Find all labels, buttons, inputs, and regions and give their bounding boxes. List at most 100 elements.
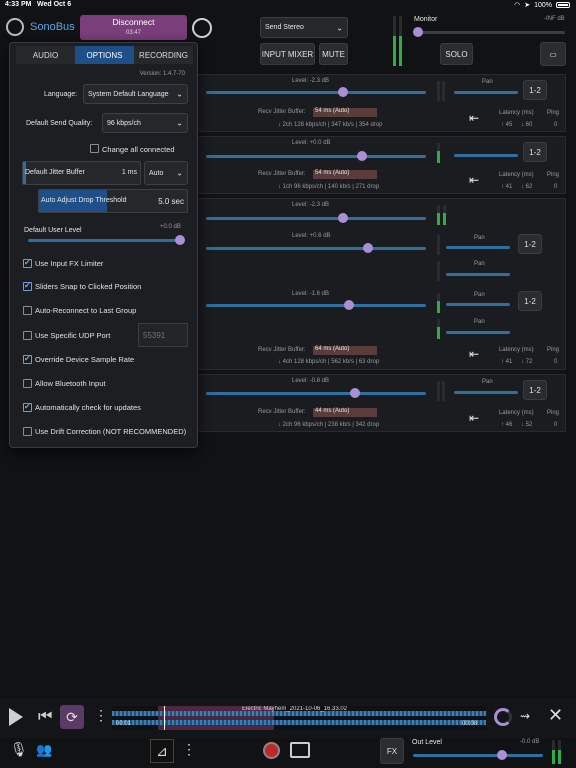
peer-level-thumb[interactable] <box>338 213 348 223</box>
reset-jitter-icon[interactable]: ⇤ <box>469 111 479 125</box>
chat-button[interactable]: ▭ <box>540 42 566 66</box>
jitter-value[interactable]: 44 ms (Auto) <box>313 408 377 417</box>
checkbox-drift-correction[interactable] <box>23 427 32 436</box>
play-icon[interactable] <box>9 708 23 726</box>
peer-level-slider[interactable] <box>206 392 426 395</box>
jitter-buffer-value: 1 ms <box>121 169 137 176</box>
peer-level-thumb[interactable] <box>357 151 367 161</box>
peer-level-thumb[interactable] <box>363 243 373 253</box>
jitter-value[interactable]: 54 ms (Auto) <box>313 170 377 179</box>
peer-level-slider[interactable] <box>206 91 426 94</box>
route-button[interactable]: 1-2 <box>523 380 547 400</box>
ping-label: Ping <box>547 347 560 353</box>
settings-gear-icon[interactable] <box>6 18 24 36</box>
monitor-slider[interactable] <box>415 31 565 34</box>
pan-slider[interactable] <box>454 391 518 394</box>
metronome-button[interactable]: ⊿ <box>150 739 174 763</box>
peer-level-slider[interactable] <box>206 304 426 307</box>
time-end: 00:08 <box>462 721 478 727</box>
language-dropdown[interactable]: System Default Language ⌄ <box>83 84 188 104</box>
peer-stats: ↓ 2ch 96 kbps/ch | 238 kb/s | 342 drop <box>278 422 380 428</box>
route-button[interactable]: 1-2 <box>518 234 542 254</box>
udp-port-input[interactable] <box>138 323 188 347</box>
tab-recording[interactable]: RECORDING <box>134 46 193 64</box>
connections-icon[interactable] <box>192 18 212 38</box>
folder-icon[interactable] <box>290 742 310 758</box>
pan-slider[interactable] <box>454 91 518 94</box>
jitter-mode-dropdown[interactable]: Auto ⌄ <box>144 161 188 185</box>
microphone-icon[interactable]: 🎙 <box>10 741 28 758</box>
reset-jitter-icon[interactable]: ⇤ <box>469 347 479 361</box>
jitter-value[interactable]: 64 ms (Auto) <box>313 346 377 355</box>
checkbox-udp-port[interactable] <box>23 331 32 340</box>
peer-level-slider[interactable] <box>206 217 426 220</box>
send-mode-dropdown[interactable]: Send Stereo ⌄ <box>260 17 348 38</box>
fx-button[interactable]: FX <box>380 738 404 764</box>
reset-jitter-icon[interactable]: ⇤ <box>469 411 479 425</box>
pan-label: Pan <box>474 261 485 267</box>
user-level-label: Default User Level <box>24 227 82 234</box>
checkbox-check-updates[interactable] <box>23 402 32 412</box>
checkbox-override-sample-rate[interactable] <box>23 354 32 364</box>
pan-label: Pan <box>474 292 485 298</box>
loop-icon[interactable]: ⟳ <box>60 705 84 729</box>
jitter-label: Recv Jitter Buffer: <box>258 171 306 177</box>
more-icon[interactable]: ⋮ <box>94 707 108 724</box>
peer-level-thumb[interactable] <box>344 300 354 310</box>
checkbox-bluetooth[interactable] <box>23 379 32 388</box>
label-bluetooth: Allow Bluetooth Input <box>35 379 106 388</box>
peer-level-slider[interactable] <box>206 155 426 158</box>
record-button[interactable] <box>263 742 280 759</box>
pan-slider[interactable] <box>454 154 518 157</box>
send-quality-dropdown[interactable]: 96 kbps/ch ⌄ <box>102 113 188 133</box>
user-level-slider[interactable] <box>28 239 180 242</box>
pan-slider[interactable] <box>446 303 510 306</box>
peer-level: Level: -0.8 dB <box>292 378 330 384</box>
progress-ring-icon <box>494 708 512 726</box>
latency-down: ↓ 52 <box>521 422 533 428</box>
reset-jitter-icon[interactable]: ⇤ <box>469 173 479 187</box>
language-value: System Default Language <box>88 90 169 98</box>
peer-row-6: Level: -0.8 dB Pan 1-2 Recv Jitter Buffe… <box>195 374 566 432</box>
route-button[interactable]: 1-2 <box>518 291 542 311</box>
share-icon[interactable]: ⇝ <box>520 709 530 723</box>
skip-back-icon[interactable]: ⏮ <box>38 708 52 726</box>
tab-audio[interactable]: AUDIO <box>16 46 75 64</box>
tab-options[interactable]: OPTIONS <box>75 46 134 64</box>
pan-slider[interactable] <box>446 331 510 334</box>
jitter-value[interactable]: 54 ms (Auto) <box>313 108 377 117</box>
mute-button[interactable]: MUTE <box>319 43 348 65</box>
jitter-label: Recv Jitter Buffer: <box>258 109 306 115</box>
checkbox-input-fx-limiter[interactable] <box>23 258 32 268</box>
session-time: 03:47 <box>125 30 141 36</box>
solo-button[interactable]: SOLO <box>440 43 473 65</box>
input-mixer-button[interactable]: INPUT MIXER <box>260 43 315 65</box>
users-icon[interactable]: 👥 <box>36 742 52 758</box>
close-icon[interactable]: ✕ <box>548 705 563 726</box>
drop-threshold-slider[interactable]: Auto Adjust Drop Threshold 5.0 sec <box>38 189 188 213</box>
pan-slider[interactable] <box>446 246 510 249</box>
out-level-label: Out Level <box>412 739 442 746</box>
out-level-slider[interactable] <box>413 754 543 757</box>
monitor-slider-thumb[interactable] <box>413 27 423 37</box>
route-button[interactable]: 1-2 <box>523 80 547 100</box>
jitter-buffer-slider[interactable]: Default Jitter Buffer 1 ms <box>22 161 141 185</box>
route-button[interactable]: 1-2 <box>523 142 547 162</box>
waveform[interactable]: Electric Mayhem_2021-10-06_16.33.02 00:0… <box>112 706 486 730</box>
pan-slider[interactable] <box>446 273 510 276</box>
disconnect-button[interactable]: Disconnect 03:47 <box>80 15 187 40</box>
user-level-thumb[interactable] <box>175 235 185 245</box>
peer-level-slider[interactable] <box>206 247 426 250</box>
metronome-more-icon[interactable]: ⋮ <box>182 741 196 758</box>
peer-level-thumb[interactable] <box>338 87 348 97</box>
latency-down: ↓ 72 <box>521 359 533 365</box>
checkbox-sliders-snap[interactable] <box>23 281 32 291</box>
drop-threshold-value: 5.0 sec <box>158 197 184 206</box>
change-all-checkbox[interactable] <box>90 144 99 153</box>
label-input-fx-limiter: Use Input FX Limiter <box>35 259 104 268</box>
checkbox-auto-reconnect[interactable] <box>23 306 32 315</box>
out-level-thumb[interactable] <box>497 750 507 760</box>
input-meter-right <box>399 16 402 66</box>
drop-threshold-label: Auto Adjust Drop Threshold <box>41 197 127 204</box>
peer-level-thumb[interactable] <box>350 388 360 398</box>
